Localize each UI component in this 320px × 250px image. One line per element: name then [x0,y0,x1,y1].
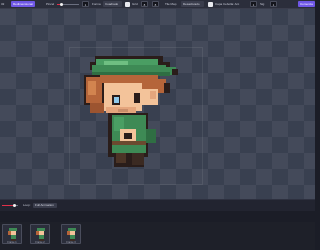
start-button[interactable]: Comenza [298,1,315,7]
grid-label: Grid [132,2,138,6]
grid-height-input[interactable]: 8 [152,1,159,7]
grid-checkbox[interactable] [125,2,130,7]
tile-map-label: Tile Map [165,2,177,6]
frame-strip: Frame 1 Frame 2 Frame 3 [0,222,315,250]
forma-select[interactable]: Cuadrado [103,1,123,7]
sprite-editor: 32 Redimensionar Pincel 1 Forma Cuadrado… [0,0,315,250]
top-toolbar: 32 Redimensionar Pincel 1 Forma Cuadrado… [0,0,315,9]
animation-panel: Loop: Full Animation Frame 1 Frame 2 Fra… [0,199,315,250]
loop-select[interactable]: Full Animation [33,203,57,208]
frame-label: Frame 2 [35,241,45,244]
frame-thumbnail[interactable]: Frame 3 [61,224,81,244]
frame-count: 32 [1,2,5,6]
frame-label: Frame 1 [7,241,17,244]
hat [90,56,178,76]
tile-map-select[interactable]: Desactivado [181,1,204,7]
onion-next-label: Sig [260,2,265,6]
character-sprite [84,56,178,167]
frame-sprite-thumbnail [8,228,17,241]
frame-label: Frame 3 [66,241,76,244]
body [108,113,156,167]
onion-prev-input[interactable]: 1 [250,1,257,7]
onion-skin-label: Capa Cebolla: Ant [215,2,240,6]
frame-sprite-thumbnail [67,228,76,241]
pincel-value-input[interactable]: 1 [82,1,89,7]
forma-label: Forma [92,2,101,6]
drawing-canvas[interactable] [0,9,315,199]
animation-bar: Loop: Full Animation [0,200,315,211]
redimension-button[interactable]: Redimensionar [11,1,36,7]
speed-slider-knob[interactable] [13,204,16,207]
loop-label: Loop: [23,203,31,207]
onion-skin-checkbox[interactable] [208,2,213,7]
onion-next-input[interactable]: 1 [270,1,277,7]
frame-thumbnail[interactable]: Frame 2 [30,224,50,244]
frame-thumbnail[interactable]: Frame 1 [2,224,22,244]
frame-sprite-thumbnail [36,228,45,241]
pincel-label: Pincel [46,2,55,6]
pincel-slider-knob[interactable] [60,3,63,6]
grid-width-input[interactable]: 8 [141,1,148,7]
